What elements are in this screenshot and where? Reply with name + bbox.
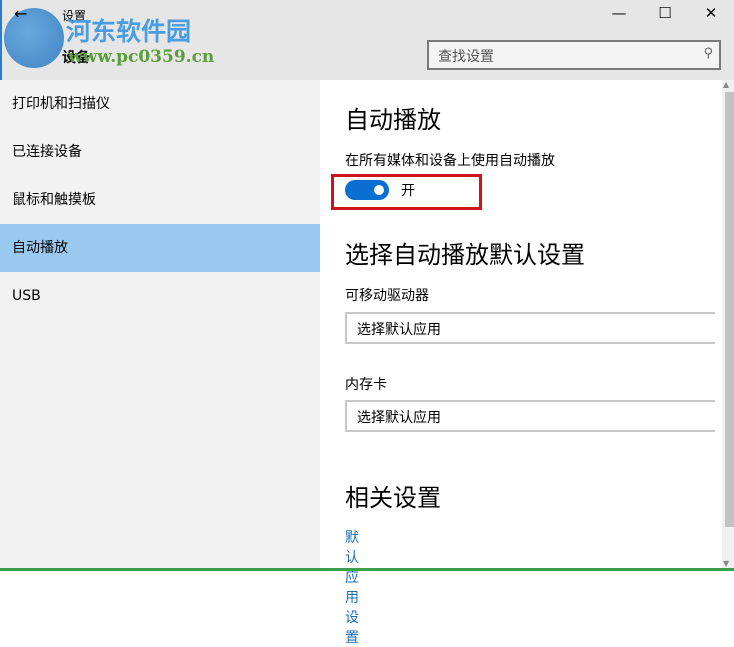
watermark-text: 河东软件园 xyxy=(66,17,192,46)
sidebar-item-mouse-touchpad[interactable]: 鼠标和触摸板 xyxy=(0,176,320,224)
minimize-button[interactable]: — xyxy=(604,4,634,26)
autoplay-toggle-label: 在所有媒体和设备上使用自动播放 xyxy=(345,153,555,169)
default-apps-link[interactable]: 默认应用设置 xyxy=(345,527,359,647)
scrollbar[interactable]: ▲ ▼ xyxy=(722,80,734,568)
watermark-url: www.pc0359.cn xyxy=(68,47,215,67)
back-button[interactable]: ← xyxy=(14,4,27,23)
search-input[interactable]: 查找设置 ⚲ xyxy=(427,40,721,70)
autoplay-heading: 自动播放 xyxy=(345,106,441,134)
sidebar-item-usb[interactable]: USB xyxy=(0,272,320,320)
search-placeholder: 查找设置 xyxy=(438,49,494,65)
scroll-up-icon[interactable]: ▲ xyxy=(723,80,729,89)
watermark-logo xyxy=(4,8,64,68)
maximize-button[interactable]: ☐ xyxy=(650,4,680,26)
highlight-box xyxy=(331,174,482,210)
defaults-heading: 选择自动播放默认设置 xyxy=(345,241,585,269)
close-button[interactable]: ✕ xyxy=(696,4,726,26)
sidebar-item-autoplay[interactable]: 自动播放 xyxy=(0,224,320,272)
related-heading: 相关设置 xyxy=(345,484,441,512)
removable-drive-label: 可移动驱动器 xyxy=(345,288,429,304)
removable-drive-dropdown[interactable]: 选择默认应用 xyxy=(345,312,715,344)
memory-card-dropdown[interactable]: 选择默认应用 xyxy=(345,400,715,432)
scrollbar-thumb[interactable] xyxy=(725,92,734,527)
sidebar-item-connected-devices[interactable]: 已连接设备 xyxy=(0,128,320,176)
memory-card-label: 内存卡 xyxy=(345,377,387,393)
sidebar-item-printers[interactable]: 打印机和扫描仪 xyxy=(0,80,320,128)
sidebar: 打印机和扫描仪 已连接设备 鼠标和触摸板 自动播放 USB xyxy=(0,80,320,571)
search-icon[interactable]: ⚲ xyxy=(703,46,713,61)
scroll-down-icon[interactable]: ▼ xyxy=(723,559,729,568)
